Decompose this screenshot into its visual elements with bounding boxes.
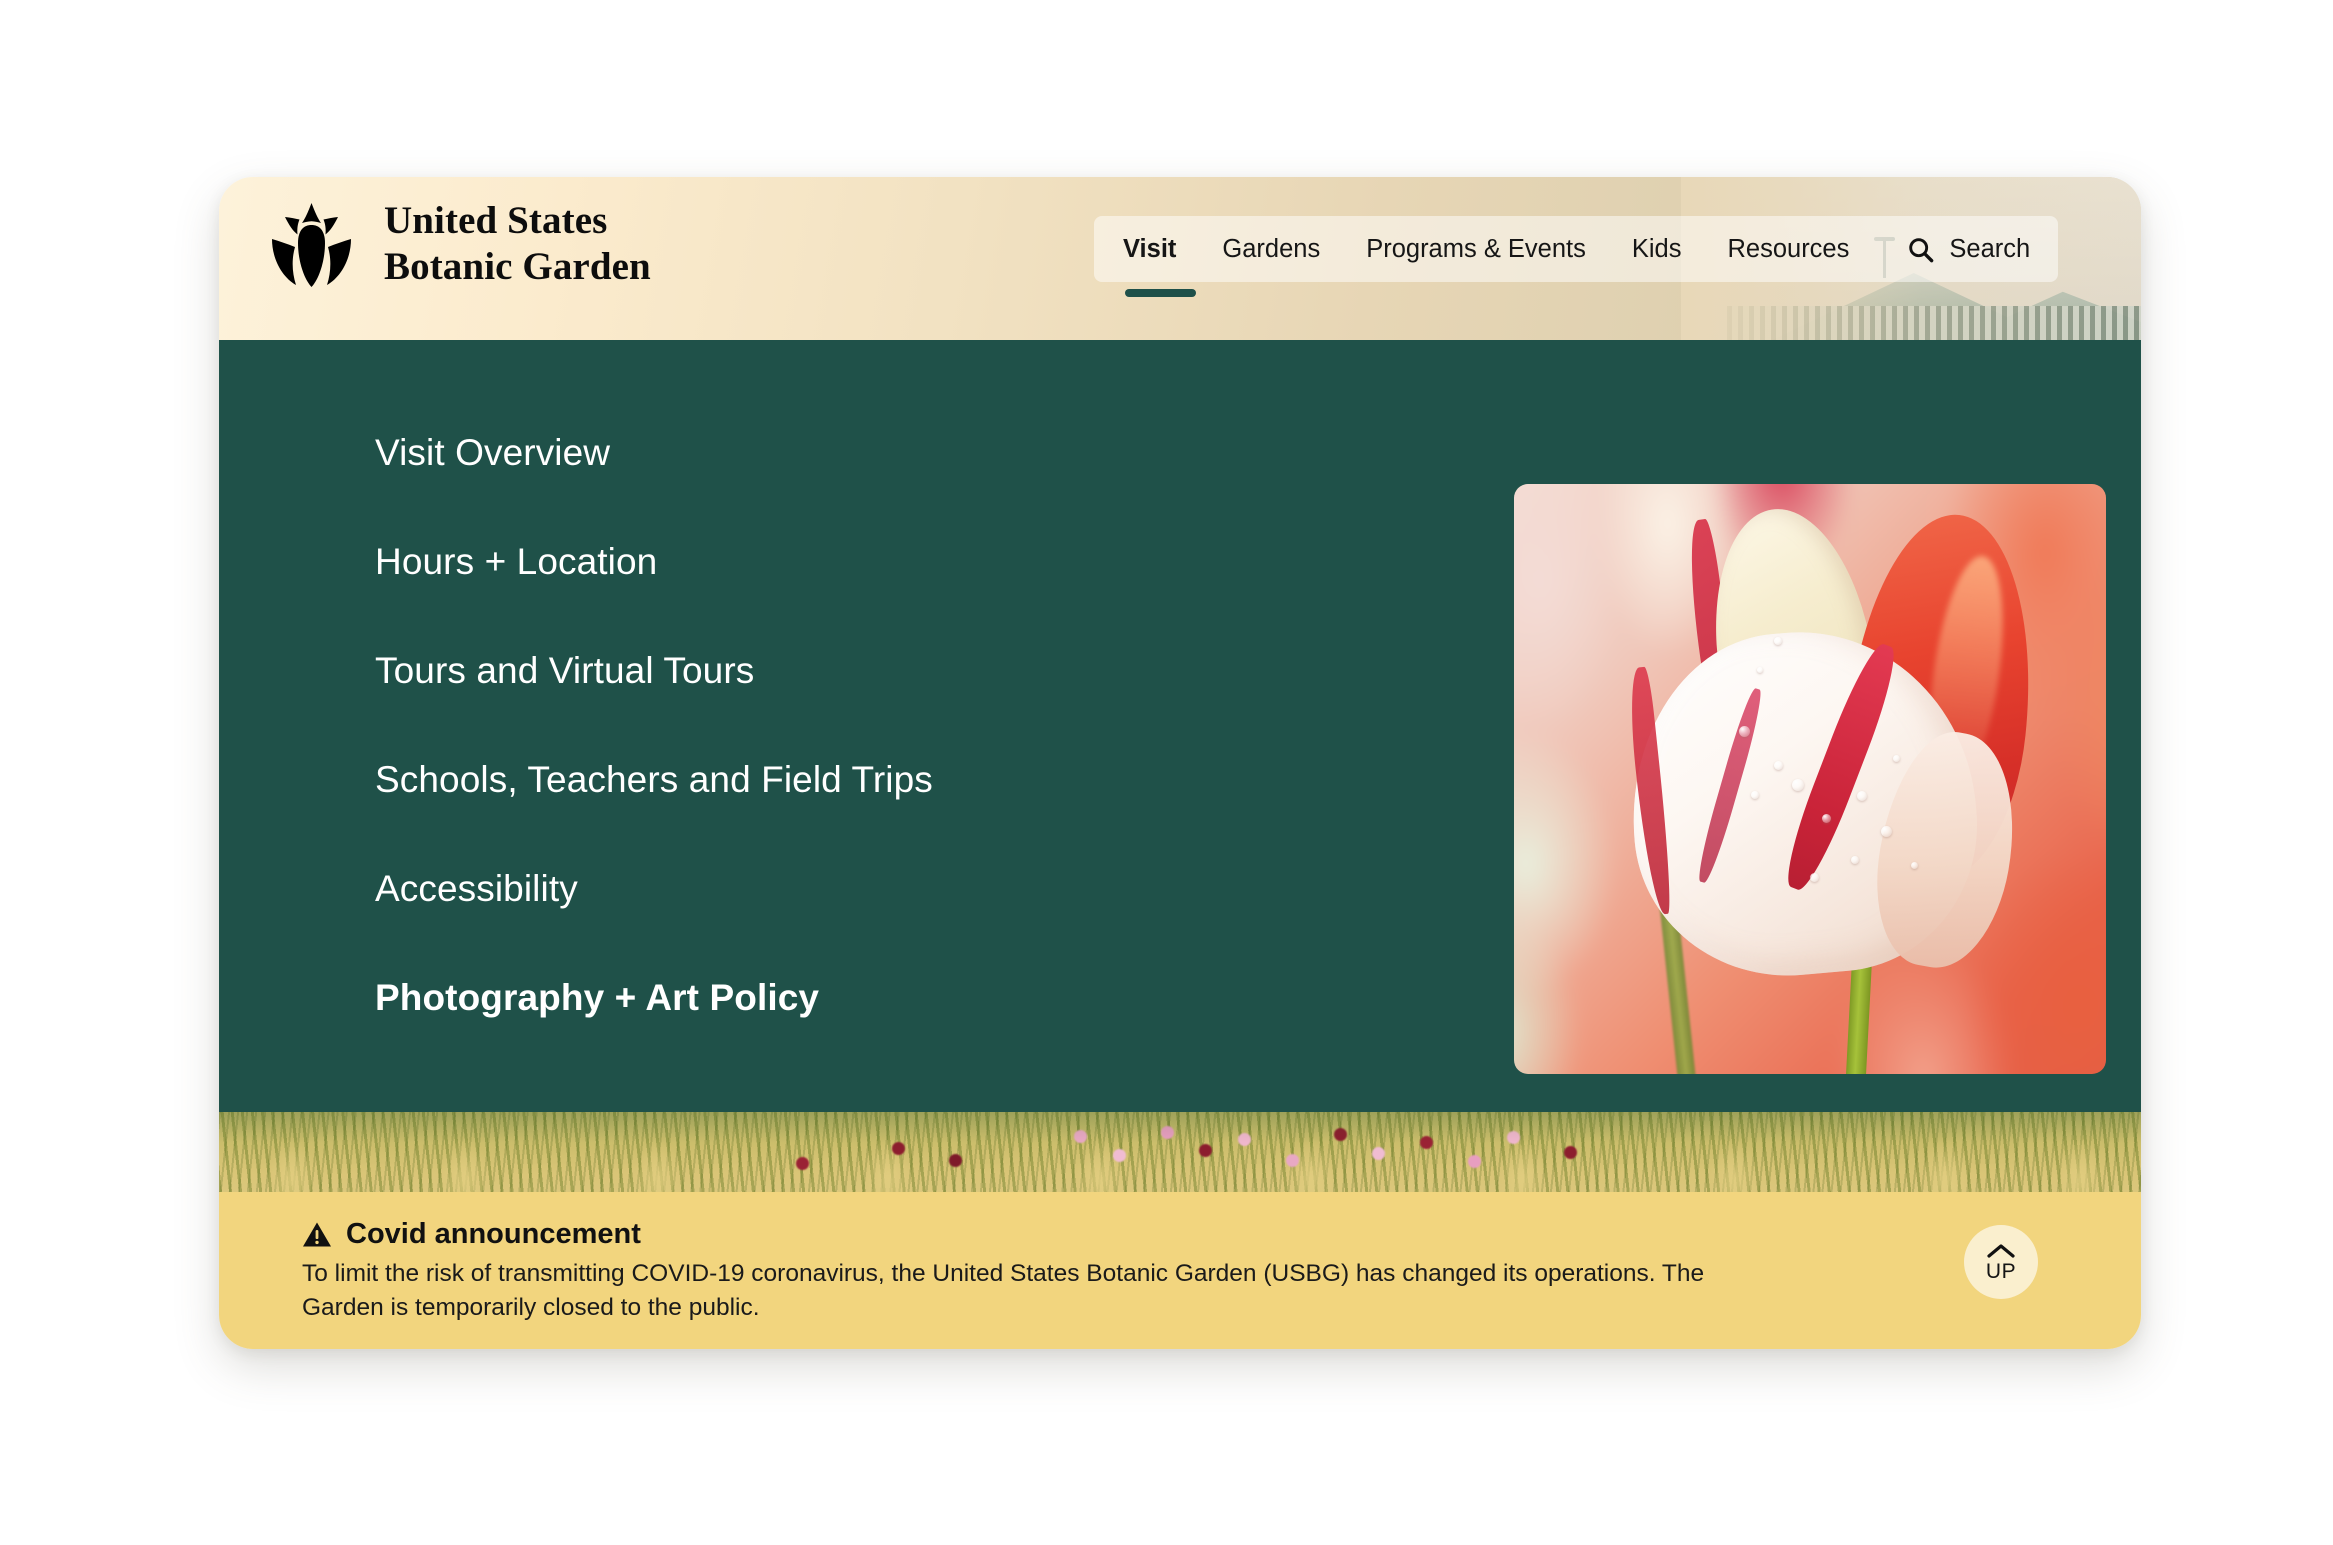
brand-line-1: United States xyxy=(384,199,608,242)
active-tab-underline xyxy=(1125,289,1196,297)
site-header: United States Botanic Garden Visit Garde… xyxy=(219,177,2141,340)
nav-item-resources[interactable]: Resources xyxy=(1704,216,1872,282)
tulip-logo-icon xyxy=(272,202,351,287)
covid-banner-header: Covid announcement xyxy=(302,1220,2081,1249)
scroll-to-top-label: UP xyxy=(1985,1259,2017,1283)
menu-item-photography-art-policy[interactable]: Photography + Art Policy xyxy=(375,979,933,1016)
covid-banner-title: Covid announcement xyxy=(346,1218,641,1250)
menu-item-tours-and-virtual-tours[interactable]: Tours and Virtual Tours xyxy=(375,652,933,689)
search-button[interactable]: Search xyxy=(1872,235,2052,264)
covid-banner-body: To limit the risk of transmitting COVID-… xyxy=(302,1260,1705,1322)
page-root: United States Botanic Garden Visit Garde… xyxy=(0,0,2333,1545)
menu-item-accessibility[interactable]: Accessibility xyxy=(375,870,933,907)
visit-menu-list: Visit Overview Hours + Location Tours an… xyxy=(375,434,933,1016)
warning-triangle-icon xyxy=(303,1222,331,1247)
nav-item-programs-events[interactable]: Programs & Events xyxy=(1343,216,1609,282)
site-card: United States Botanic Garden Visit Garde… xyxy=(219,177,2141,1349)
search-label: Search xyxy=(1949,234,2031,263)
nav-item-kids[interactable]: Kids xyxy=(1609,216,1705,282)
brand-name: United States Botanic Garden xyxy=(384,198,651,289)
meadow-photo-band xyxy=(219,1112,2141,1192)
visit-mega-menu: Visit Overview Hours + Location Tours an… xyxy=(219,340,2141,1112)
nav-item-visit[interactable]: Visit xyxy=(1100,216,1199,282)
nav-item-gardens[interactable]: Gardens xyxy=(1199,216,1343,282)
chevron-up-icon xyxy=(1987,1243,2015,1258)
scroll-to-top-button[interactable]: UP xyxy=(1964,1225,2038,1299)
menu-item-visit-overview[interactable]: Visit Overview xyxy=(375,434,933,471)
primary-nav: Visit Gardens Programs & Events Kids Res… xyxy=(1094,216,2059,282)
menu-item-schools-teachers-field-trips[interactable]: Schools, Teachers and Field Trips xyxy=(375,761,933,798)
covid-announcement-banner: Covid announcement To limit the risk of … xyxy=(219,1192,2141,1349)
feature-tulip-image xyxy=(1514,484,2106,1074)
brand-logo[interactable]: United States Botanic Garden xyxy=(264,198,651,289)
menu-item-hours-location[interactable]: Hours + Location xyxy=(375,543,933,580)
search-icon xyxy=(1909,237,1934,262)
brand-line-2: Botanic Garden xyxy=(384,244,651,288)
